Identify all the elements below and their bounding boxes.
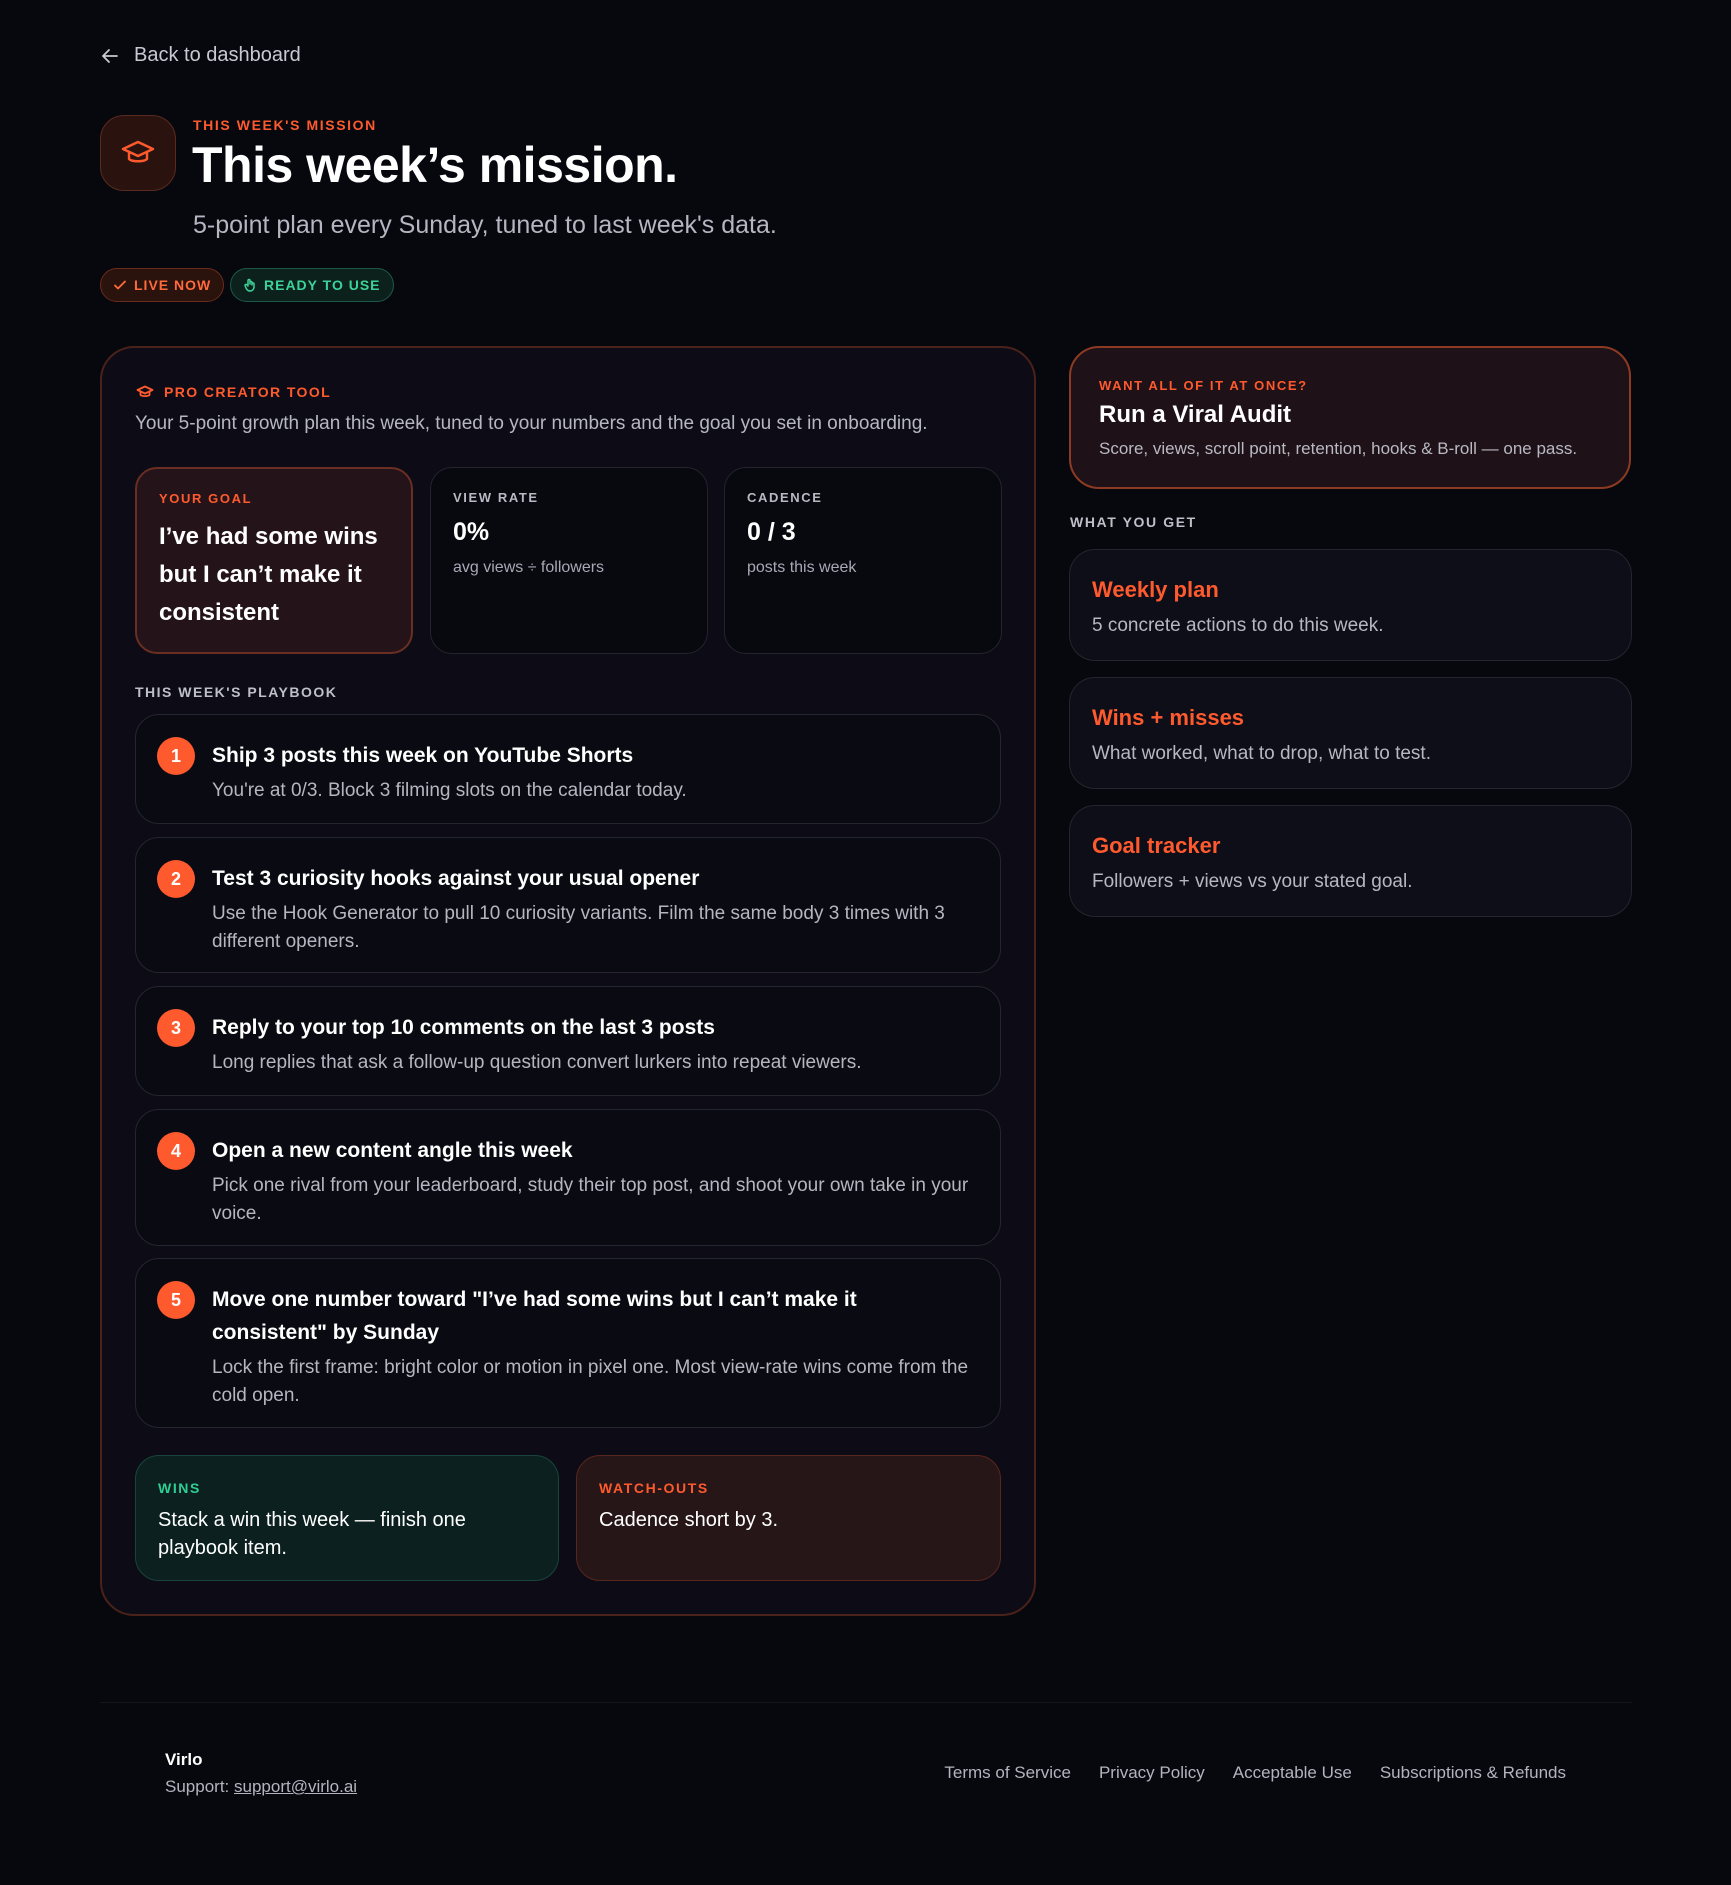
watch-outs-text: Cadence short by 3.	[599, 1509, 778, 1531]
goal-label: YOUR GOAL	[159, 491, 253, 506]
live-now-badge: LIVE NOW	[100, 268, 225, 302]
ready-to-use-badge: READY TO USE	[230, 268, 394, 302]
playbook-item: 4 Open a new content angle this week Pic…	[135, 1109, 1001, 1246]
support-email-link[interactable]: support@virlo.ai	[234, 1777, 357, 1796]
viral-audit-card[interactable]: WANT ALL OF IT AT ONCE? Run a Viral Audi…	[1069, 346, 1631, 489]
view-rate-card: VIEW RATE 0% avg views ÷ followers	[430, 467, 708, 654]
tool-label-text: PRO CREATOR TOOL	[164, 384, 332, 400]
footer-divider	[100, 1702, 1632, 1703]
mission-icon-badge	[100, 115, 176, 191]
arrow-left-icon	[102, 48, 118, 63]
playbook-item: 5 Move one number toward "I’ve had some …	[135, 1258, 1001, 1428]
wins-label: WINS	[158, 1480, 201, 1496]
tool-description: Your 5-point growth plan this week, tune…	[135, 413, 928, 434]
feature-title: Wins + misses	[1092, 705, 1245, 730]
footer-brand: Virlo	[165, 1750, 203, 1769]
step-title: Test 3 curiosity hooks against your usua…	[212, 867, 700, 890]
hero-eyebrow: THIS WEEK'S MISSION	[193, 117, 377, 133]
step-number: 1	[157, 737, 195, 775]
step-title: Open a new content angle this week	[212, 1139, 573, 1162]
wins-text: Stack a win this week — finish one playb…	[158, 1509, 466, 1559]
playbook-heading: THIS WEEK'S PLAYBOOK	[135, 684, 338, 700]
step-title: Ship 3 posts this week on YouTube Shorts	[212, 744, 634, 767]
back-to-dashboard-link[interactable]: Back to dashboard	[100, 44, 301, 67]
step-number: 4	[157, 1132, 195, 1170]
cadence-value: 0 / 3	[747, 518, 796, 546]
step-title: Move one number toward "I’ve had some wi…	[212, 1288, 857, 1344]
pro-creator-tool-label: PRO CREATOR TOOL	[136, 383, 331, 401]
wins-card: WINS Stack a win this week — finish one …	[135, 1455, 559, 1581]
live-now-label: LIVE NOW	[134, 277, 212, 293]
step-description: Lock the first frame: bright color or mo…	[212, 1357, 969, 1406]
page-title: This week’s mission.	[192, 137, 678, 193]
feature-card-wins-misses: Wins + misses What worked, what to drop,…	[1069, 677, 1632, 789]
view-rate-label: VIEW RATE	[453, 490, 539, 505]
check-icon	[114, 280, 126, 290]
step-description: You're at 0/3. Block 3 filming slots on …	[212, 780, 687, 801]
what-you-get-heading: WHAT YOU GET	[1070, 514, 1197, 530]
audit-title: Run a Viral Audit	[1099, 401, 1292, 428]
feature-card-weekly-plan: Weekly plan 5 concrete actions to do thi…	[1069, 549, 1632, 661]
support-prefix: Support:	[165, 1777, 230, 1796]
step-title: Reply to your top 10 comments on the las…	[212, 1016, 715, 1039]
playbook-item: 2 Test 3 curiosity hooks against your us…	[135, 837, 1001, 973]
watch-outs-label: WATCH-OUTS	[599, 1480, 709, 1496]
cadence-label: CADENCE	[747, 490, 823, 505]
goal-text: I’ve had some wins but I can’t make it c…	[159, 523, 378, 626]
feature-title: Goal tracker	[1092, 833, 1221, 858]
audit-description: Score, views, scroll point, retention, h…	[1099, 439, 1578, 458]
acceptable-use-link[interactable]: Acceptable Use	[1233, 1763, 1352, 1783]
feature-title: Weekly plan	[1092, 577, 1219, 602]
footer-support: Support: support@virlo.ai	[165, 1777, 357, 1797]
step-number: 5	[157, 1281, 195, 1319]
graduation-cap-icon	[136, 385, 154, 398]
cadence-caption: posts this week	[747, 559, 857, 576]
hand-icon	[244, 278, 255, 292]
view-rate-value: 0%	[453, 518, 490, 546]
playbook-item: 1 Ship 3 posts this week on YouTube Shor…	[135, 714, 1001, 824]
terms-of-service-link[interactable]: Terms of Service	[944, 1763, 1071, 1783]
feature-card-goal-tracker: Goal tracker Followers + views vs your s…	[1069, 805, 1632, 917]
graduation-cap-icon	[121, 140, 155, 163]
watch-outs-card: WATCH-OUTS Cadence short by 3.	[576, 1455, 1001, 1581]
page-subtitle: 5-point plan every Sunday, tuned to last…	[193, 211, 777, 239]
view-rate-caption: avg views ÷ followers	[453, 559, 605, 576]
step-number: 2	[157, 860, 195, 898]
feature-description: Followers + views vs your stated goal.	[1092, 871, 1413, 892]
step-description: Use the Hook Generator to pull 10 curios…	[212, 903, 945, 952]
back-label: Back to dashboard	[134, 44, 301, 66]
feature-description: What worked, what to drop, what to test.	[1092, 743, 1431, 764]
cadence-card: CADENCE 0 / 3 posts this week	[724, 467, 1002, 654]
goal-card: YOUR GOAL I’ve had some wins but I can’t…	[135, 467, 413, 654]
feature-description: 5 concrete actions to do this week.	[1092, 615, 1384, 636]
playbook-item: 3 Reply to your top 10 comments on the l…	[135, 986, 1001, 1096]
step-number: 3	[157, 1009, 195, 1047]
subscriptions-refunds-link[interactable]: Subscriptions & Refunds	[1380, 1763, 1566, 1783]
ready-to-use-label: READY TO USE	[264, 277, 381, 293]
step-description: Pick one rival from your leaderboard, st…	[212, 1175, 969, 1224]
step-description: Long replies that ask a follow-up questi…	[212, 1052, 862, 1073]
privacy-policy-link[interactable]: Privacy Policy	[1099, 1763, 1205, 1783]
footer-links: Terms of Service Privacy Policy Acceptab…	[944, 1763, 1566, 1783]
audit-eyebrow: WANT ALL OF IT AT ONCE?	[1099, 378, 1308, 393]
